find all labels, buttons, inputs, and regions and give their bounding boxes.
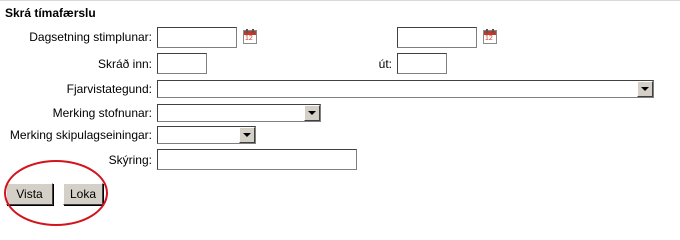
explanation-label: Skýring: [108, 153, 152, 167]
date-input-2[interactable] [397, 27, 477, 48]
chevron-down-icon[interactable] [239, 127, 255, 143]
form-title: Skrá tímafærslu [5, 6, 96, 20]
org-unit-select[interactable] [157, 126, 256, 144]
date-input-1[interactable] [157, 27, 237, 48]
absence-type-label: Fjarvistategund: [66, 82, 152, 96]
clock-out-label: út: [378, 57, 392, 71]
clock-in-label: Skráð inn: [97, 57, 152, 71]
calendar-icon[interactable]: 12 [483, 29, 497, 44]
chevron-down-icon[interactable] [637, 81, 653, 97]
org-unit-label: Merking skipulagseiningar: [9, 128, 152, 142]
chevron-down-icon[interactable] [304, 105, 320, 121]
clock-out-input[interactable] [397, 53, 447, 74]
clock-in-input[interactable] [157, 53, 207, 74]
explanation-input[interactable] [157, 149, 357, 170]
save-button[interactable]: Vista [6, 183, 53, 205]
close-button[interactable]: Loka [63, 183, 103, 205]
institution-select[interactable] [157, 104, 321, 122]
institution-label: Merking stofnunar: [52, 106, 152, 120]
calendar-icon[interactable]: 12 [243, 29, 257, 44]
absence-type-select[interactable] [157, 80, 654, 98]
date-label: Dagsetning stimplunar: [29, 30, 152, 44]
